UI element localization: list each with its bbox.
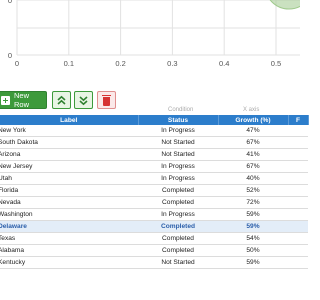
cell-label[interactable]: Alabama: [0, 244, 138, 257]
cell-label[interactable]: New Jersey: [0, 160, 138, 173]
cell-label[interactable]: Washington: [0, 208, 138, 221]
cell-status[interactable]: In Progress: [138, 160, 218, 173]
cell-growth[interactable]: 52%: [218, 184, 288, 197]
cell-extra[interactable]: [288, 220, 308, 233]
bubble-chart: 0 0.1 0.2 0.3 0.4 0.500: [8, 0, 300, 68]
cell-extra[interactable]: [288, 148, 308, 161]
cell-growth[interactable]: 41%: [218, 148, 288, 161]
table-row[interactable]: Nevada Completed 72%: [0, 196, 308, 209]
cell-status[interactable]: Completed: [138, 232, 218, 245]
cell-growth[interactable]: 59%: [218, 220, 288, 233]
move-down-button[interactable]: [74, 91, 93, 109]
y-tick-label: 0: [8, 51, 12, 60]
x-axis-hint: X axis: [243, 107, 260, 113]
y-tick-label: 0: [8, 0, 12, 5]
cell-extra[interactable]: [288, 244, 308, 257]
table-row[interactable]: Delaware Completed 59%: [0, 220, 308, 233]
table-row[interactable]: New Jersey In Progress 67%: [0, 160, 308, 173]
x-tick-label: 0.1: [64, 59, 74, 68]
cell-label[interactable]: Kentucky: [0, 256, 138, 269]
table-row[interactable]: Florida Completed 52%: [0, 184, 308, 197]
cell-label[interactable]: New York: [0, 125, 138, 137]
delete-row-button[interactable]: [97, 91, 116, 109]
cell-label[interactable]: Delaware: [0, 220, 138, 233]
condition-hint: Condition: [168, 107, 194, 113]
cell-status[interactable]: In Progress: [138, 125, 218, 137]
cell-status[interactable]: Completed: [138, 244, 218, 257]
bubble-point[interactable]: [265, 0, 300, 10]
cell-extra[interactable]: [288, 196, 308, 209]
cell-status[interactable]: Completed: [138, 220, 218, 233]
new-row-label: New Row: [13, 91, 29, 109]
column-header-growth[interactable]: Growth (%): [218, 115, 289, 125]
cell-extra[interactable]: [288, 208, 308, 221]
x-tick-label: 0.2: [115, 59, 125, 68]
cell-label[interactable]: Florida: [0, 184, 138, 197]
cell-growth[interactable]: 72%: [218, 196, 288, 209]
cell-growth[interactable]: 54%: [218, 232, 288, 245]
new-row-button[interactable]: New Row: [0, 91, 47, 109]
cell-status[interactable]: Not Started: [138, 136, 218, 149]
plus-square-icon: [1, 95, 10, 105]
cell-extra[interactable]: [288, 160, 308, 173]
cell-growth[interactable]: 40%: [218, 172, 288, 185]
cell-status[interactable]: In Progress: [138, 208, 218, 221]
cell-label[interactable]: South Dakota: [0, 136, 138, 149]
column-header-label[interactable]: Label: [0, 115, 139, 125]
table-row[interactable]: South Dakota Not Started 67%: [0, 136, 308, 149]
table-row[interactable]: Alabama Completed 50%: [0, 244, 308, 257]
column-header-extra[interactable]: F: [288, 115, 309, 125]
cell-extra[interactable]: [288, 136, 308, 149]
column-header-status[interactable]: Status: [138, 115, 219, 125]
cell-label[interactable]: Nevada: [0, 196, 138, 209]
table-row[interactable]: Washington In Progress 59%: [0, 208, 308, 221]
x-tick-label: 0.5: [271, 59, 281, 68]
cell-growth[interactable]: 50%: [218, 244, 288, 257]
cell-extra[interactable]: [288, 184, 308, 197]
cell-status[interactable]: Not Started: [138, 256, 218, 269]
cell-label[interactable]: Utah: [0, 172, 138, 185]
table-row[interactable]: Kentucky Not Started 59%: [0, 256, 308, 269]
cell-status[interactable]: Completed: [138, 184, 218, 197]
double-chevron-down-icon: [79, 95, 88, 105]
x-tick-label: 0.3: [167, 59, 177, 68]
cell-status[interactable]: In Progress: [138, 172, 218, 185]
cell-growth[interactable]: 67%: [218, 160, 288, 173]
cell-status[interactable]: Not Started: [138, 148, 218, 161]
cell-status[interactable]: Completed: [138, 196, 218, 209]
trash-icon: [102, 94, 111, 106]
cell-growth[interactable]: 47%: [218, 125, 288, 137]
table-row[interactable]: UtahIn Progress40%: [0, 172, 308, 185]
cell-label[interactable]: Texas: [0, 232, 138, 245]
cell-extra[interactable]: [288, 232, 308, 245]
double-chevron-up-icon: [57, 95, 66, 105]
cell-growth[interactable]: 59%: [218, 208, 288, 221]
cell-extra[interactable]: [288, 256, 308, 269]
cell-extra[interactable]: [288, 125, 308, 137]
cell-growth[interactable]: 59%: [218, 256, 288, 269]
table-header-row: Label Status Growth (%) F: [0, 115, 309, 125]
cell-label[interactable]: Arizona: [0, 148, 138, 161]
cell-extra[interactable]: [288, 172, 308, 185]
table-row[interactable]: TexasCompleted54%: [0, 232, 308, 245]
x-tick-label: 0.4: [219, 59, 229, 68]
data-table: Label Status Growth (%) F New York In Pro…: [0, 115, 309, 269]
cell-growth[interactable]: 67%: [218, 136, 288, 149]
table-row[interactable]: Arizona Not Started 41%: [0, 148, 308, 161]
move-up-button[interactable]: [52, 91, 71, 109]
table-row[interactable]: New York In Progress 47%: [0, 125, 308, 137]
x-tick-label: 0: [15, 59, 19, 68]
